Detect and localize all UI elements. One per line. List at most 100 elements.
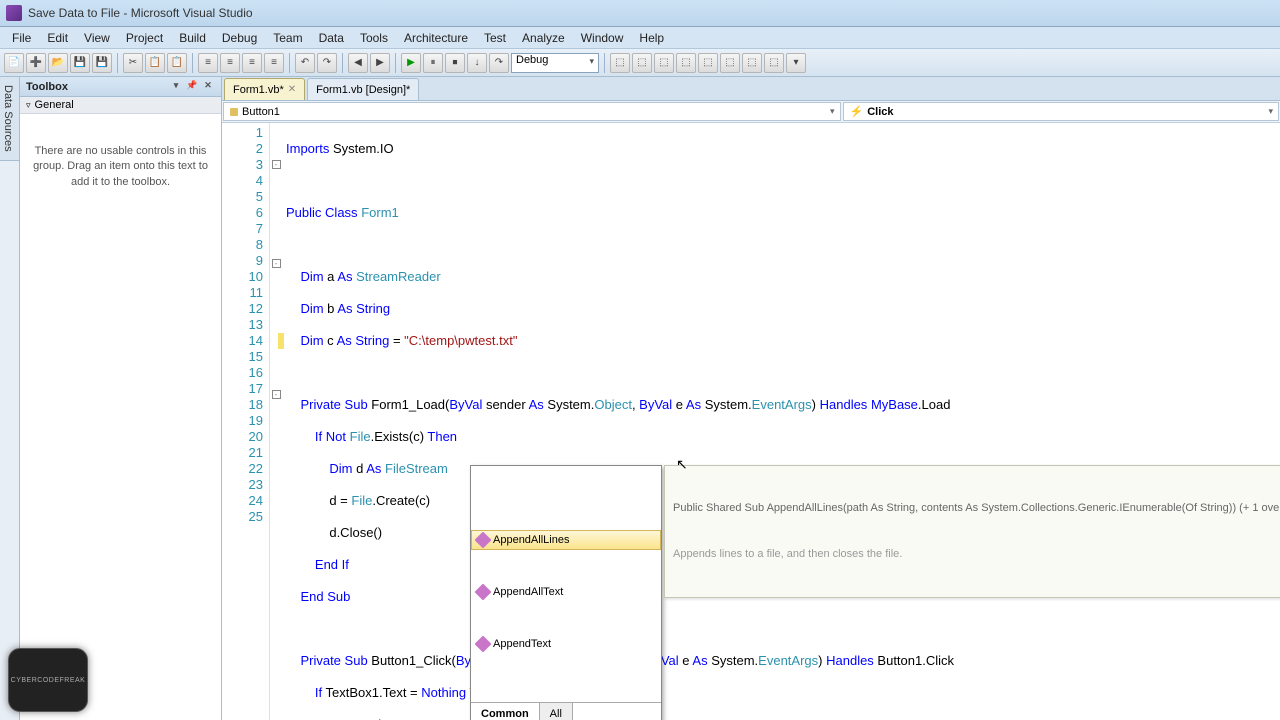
step-into-button[interactable]: ↓ <box>467 53 487 73</box>
start-debug-button[interactable]: ▶ <box>401 53 421 73</box>
tab-label: Form1.vb* <box>233 84 284 96</box>
close-icon[interactable]: ✕ <box>288 84 296 95</box>
save-all-button[interactable]: 💾 <box>92 53 112 73</box>
config-combo[interactable]: Debug <box>511 53 599 73</box>
intellisense-item-appendalltext[interactable]: AppendAllText <box>471 582 661 602</box>
combo-value: Button1 <box>242 106 280 118</box>
menu-file[interactable]: File <box>4 29 39 47</box>
change-marker <box>278 333 284 349</box>
filter-common[interactable]: Common <box>471 703 540 720</box>
add-item-button[interactable]: ➕ <box>26 53 46 73</box>
toolbar-overflow-button[interactable]: ▾ <box>786 53 806 73</box>
menu-edit[interactable]: Edit <box>39 29 76 47</box>
tool-button[interactable]: ⬚ <box>720 53 740 73</box>
stop-button[interactable]: ⏹ <box>445 53 465 73</box>
uncomment-button[interactable]: ≡ <box>264 53 284 73</box>
toolbox-group-general[interactable]: ▿ General <box>20 97 221 114</box>
intellisense-filter: Common All <box>471 702 661 720</box>
tab-label: Form1.vb [Design]* <box>316 84 410 96</box>
window-title: Save Data to File - Microsoft Visual Stu… <box>28 6 253 20</box>
separator <box>342 53 343 73</box>
close-icon[interactable]: ✕ <box>201 80 215 94</box>
menu-help[interactable]: Help <box>631 29 672 47</box>
tool-button[interactable]: ⬚ <box>698 53 718 73</box>
fold-column: - - - <box>270 123 282 720</box>
separator <box>192 53 193 73</box>
toolbox-title: Toolbox <box>26 81 68 93</box>
intellisense-list[interactable]: AppendAllLines AppendAllText AppendText … <box>471 498 661 670</box>
tooltip-signature: Public Shared Sub AppendAllLines(path As… <box>673 501 1280 516</box>
cut-button[interactable]: ✂ <box>123 53 143 73</box>
method-icon <box>475 532 492 549</box>
separator <box>604 53 605 73</box>
tab-strip: Form1.vb* ✕ Form1.vb [Design]* <box>222 77 1280 101</box>
title-bar: Save Data to File - Microsoft Visual Stu… <box>0 0 1280 27</box>
menu-test[interactable]: Test <box>476 29 514 47</box>
combo-value: Click <box>867 106 893 118</box>
dropdown-icon[interactable]: ▾ <box>169 80 183 94</box>
menu-tools[interactable]: Tools <box>352 29 396 47</box>
fold-icon[interactable]: - <box>272 259 281 268</box>
toolbox-empty-text: There are no usable controls in this gro… <box>20 114 221 220</box>
code-nav-bar: Button1 ⚡ Click <box>222 101 1280 123</box>
separator <box>117 53 118 73</box>
menu-project[interactable]: Project <box>118 29 171 47</box>
toolbar: 📄 ➕ 📂 💾 💾 ✂ 📋 📋 ≡ ≡ ≡ ≡ ↶ ↷ ◀ ▶ ▶ ⏸ ⏹ ↓ … <box>0 49 1280 77</box>
chevron-down-icon: ▿ <box>26 100 31 111</box>
nav-back-button[interactable]: ◀ <box>348 53 368 73</box>
tool-button[interactable]: ⬚ <box>632 53 652 73</box>
new-project-button[interactable]: 📄 <box>4 53 24 73</box>
toolbox-header: Toolbox ▾ 📌 ✕ <box>20 77 221 97</box>
open-button[interactable]: 📂 <box>48 53 68 73</box>
tool-button[interactable]: ⬚ <box>742 53 762 73</box>
tool-button[interactable]: ⬚ <box>764 53 784 73</box>
intellisense-item-appendtext[interactable]: AppendText <box>471 634 661 654</box>
copy-button[interactable]: 📋 <box>145 53 165 73</box>
filter-all[interactable]: All <box>540 703 573 720</box>
menu-data[interactable]: Data <box>311 29 352 47</box>
tab-form1-vb[interactable]: Form1.vb* ✕ <box>224 78 305 100</box>
tool-button[interactable]: ⬚ <box>654 53 674 73</box>
fold-icon[interactable]: - <box>272 390 281 399</box>
intellisense-tooltip: Public Shared Sub AppendAllLines(path As… <box>664 465 1280 598</box>
indent-button[interactable]: ≡ <box>198 53 218 73</box>
tab-form1-design[interactable]: Form1.vb [Design]* <box>307 78 419 100</box>
side-tab-data-sources[interactable]: Data Sources <box>0 77 19 161</box>
menu-team[interactable]: Team <box>265 29 310 47</box>
tooltip-description: Appends lines to a file, and then closes… <box>673 547 1280 562</box>
menu-view[interactable]: View <box>76 29 118 47</box>
pause-button[interactable]: ⏸ <box>423 53 443 73</box>
member-combo-left[interactable]: Button1 <box>223 102 841 121</box>
menu-architecture[interactable]: Architecture <box>396 29 476 47</box>
step-over-button[interactable]: ↷ <box>489 53 509 73</box>
event-icon: ⚡ <box>850 105 864 118</box>
toolbox-panel: Toolbox ▾ 📌 ✕ ▿ General There are no usa… <box>20 77 222 720</box>
save-button[interactable]: 💾 <box>70 53 90 73</box>
method-icon <box>475 636 492 653</box>
toolbox-group-label: General <box>35 99 74 111</box>
menu-analyze[interactable]: Analyze <box>514 29 573 47</box>
code-text[interactable]: Imports System.IO Public Class Form1 Dim… <box>282 123 1280 720</box>
member-combo-right[interactable]: ⚡ Click <box>843 102 1279 121</box>
separator <box>395 53 396 73</box>
tool-button[interactable]: ⬚ <box>676 53 696 73</box>
intellisense-popup[interactable]: AppendAllLines AppendAllText AppendText … <box>470 465 662 720</box>
tool-button[interactable]: ⬚ <box>610 53 630 73</box>
paste-button[interactable]: 📋 <box>167 53 187 73</box>
object-icon <box>230 108 238 116</box>
menu-build[interactable]: Build <box>171 29 214 47</box>
code-editor[interactable]: 1234567891011121314151617181920212223242… <box>222 123 1280 720</box>
comment-button[interactable]: ≡ <box>242 53 262 73</box>
undo-button[interactable]: ↶ <box>295 53 315 73</box>
editor-area: Form1.vb* ✕ Form1.vb [Design]* Button1 ⚡… <box>222 77 1280 720</box>
separator <box>289 53 290 73</box>
menu-window[interactable]: Window <box>573 29 632 47</box>
app-icon <box>6 5 22 21</box>
nav-forward-button[interactable]: ▶ <box>370 53 390 73</box>
redo-button[interactable]: ↷ <box>317 53 337 73</box>
menu-debug[interactable]: Debug <box>214 29 265 47</box>
intellisense-item-appendalllines[interactable]: AppendAllLines <box>471 530 661 550</box>
pin-icon[interactable]: 📌 <box>185 80 199 94</box>
fold-icon[interactable]: - <box>272 160 281 169</box>
outdent-button[interactable]: ≡ <box>220 53 240 73</box>
